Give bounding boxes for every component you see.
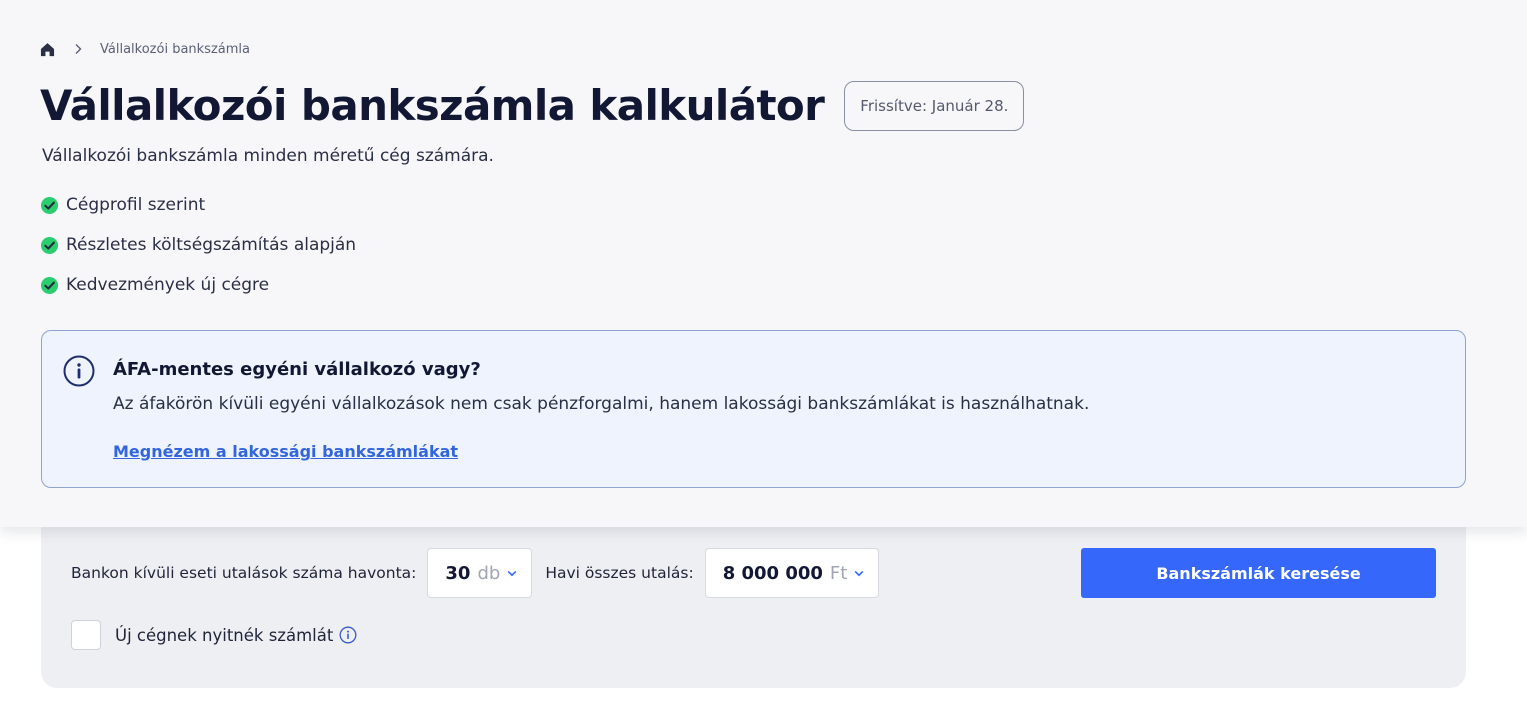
feature-item: Részletes költségszámítás alapján	[40, 233, 356, 257]
feature-label: Részletes költségszámítás alapján	[66, 235, 357, 255]
chevron-right-icon	[75, 44, 82, 54]
vat-info-box: ÁFA-mentes egyéni vállalkozó vagy? Az áf…	[41, 330, 1466, 488]
chevron-down-icon	[507, 570, 517, 576]
info-title: ÁFA-mentes egyéni vállalkozó vagy?	[113, 359, 481, 380]
transfers-count-label: Bankon kívüli eseti utalások száma havon…	[71, 564, 417, 582]
breadcrumb: Vállalkozói bankszámla	[40, 40, 250, 58]
monthly-total-label: Havi összes utalás:	[545, 564, 694, 582]
info-icon[interactable]	[339, 626, 357, 644]
filter-row: Bankon kívüli eseti utalások száma havon…	[71, 548, 880, 598]
info-icon	[63, 355, 95, 387]
new-company-label[interactable]: Új cégnek nyitnék számlát	[115, 626, 333, 645]
check-circle-icon	[40, 196, 59, 214]
feature-label: Kedvezmények új cégre	[66, 275, 270, 295]
new-company-option: Új cégnek nyitnék számlát	[71, 620, 357, 650]
feature-item: Cégprofil szerint	[40, 193, 356, 217]
chevron-down-icon	[854, 570, 864, 576]
new-company-checkbox[interactable]	[71, 620, 101, 650]
feature-list: Cégprofil szerint Részletes költségszámí…	[40, 193, 356, 313]
search-accounts-button[interactable]: Bankszámlák keresése	[1081, 548, 1436, 598]
page-subtitle: Vállalkozói bankszámla minden méretű cég…	[42, 146, 494, 166]
feature-item: Kedvezmények új cégre	[40, 273, 356, 297]
check-circle-icon	[40, 236, 59, 254]
transfers-count-select[interactable]: 30 db	[427, 548, 533, 598]
transfers-count-value: 30	[445, 562, 471, 584]
home-icon[interactable]	[40, 42, 55, 57]
transfers-count-unit: db	[477, 562, 501, 584]
monthly-total-select[interactable]: 8 000 000 Ft	[704, 548, 880, 598]
hero-section: Vállalkozói bankszámla Vállalkozói banks…	[0, 0, 1527, 527]
info-text: Az áfakörön kívüli egyéni vállalkozások …	[113, 394, 1090, 414]
retail-accounts-link[interactable]: Megnézem a lakossági bankszámlákat	[113, 442, 458, 461]
page-title: Vállalkozói bankszámla kalkulátor	[40, 81, 825, 130]
filter-panel: Bankon kívüli eseti utalások száma havon…	[41, 500, 1466, 688]
monthly-total-unit: Ft	[829, 562, 848, 584]
updated-badge: Frissítve: Január 28.	[844, 81, 1025, 131]
breadcrumb-current[interactable]: Vállalkozói bankszámla	[100, 42, 250, 57]
title-row: Vállalkozói bankszámla kalkulátor Frissí…	[40, 80, 1025, 132]
monthly-total-value: 8 000 000	[722, 562, 823, 584]
feature-label: Cégprofil szerint	[66, 195, 206, 215]
check-circle-icon	[40, 276, 59, 294]
